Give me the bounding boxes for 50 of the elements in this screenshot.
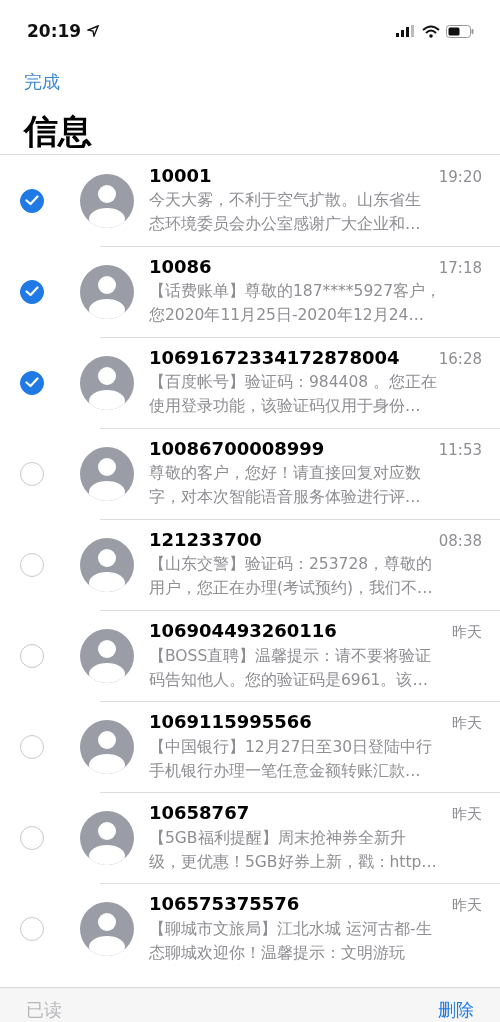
message-preview: 尊敬的客户，您好！请直接回复对应数 字，对本次智能语音服务体验进行评… <box>149 463 422 508</box>
sender-name: 1069115995566 <box>149 710 312 732</box>
avatar-icon <box>80 264 134 319</box>
location-arrow-icon <box>87 25 100 37</box>
avatar-icon <box>80 173 134 228</box>
message-time: 19:20 <box>438 168 482 186</box>
sender-name: 106575375576 <box>149 892 300 914</box>
avatar-icon <box>80 446 134 501</box>
signal-icon <box>396 25 416 37</box>
message-time: 昨天 <box>452 622 482 642</box>
avatar-icon <box>80 810 134 865</box>
avatar-icon <box>80 537 134 592</box>
message-preview: 【BOSS直聘】温馨提示：请不要将验证 码告知他人。您的验证码是6961。该… <box>149 645 433 691</box>
message-time: 昨天 <box>452 713 482 733</box>
message-time: 昨天 <box>452 804 482 824</box>
message-time: 11:53 <box>438 441 482 459</box>
select-checkbox[interactable] <box>20 279 44 304</box>
message-preview: 【聊城市文旅局】江北水城 运河古都-生 态聊城欢迎你！温馨提示：文明游玩 <box>149 918 433 964</box>
sender-name: 10001 <box>149 165 212 186</box>
checkmark-icon <box>25 377 39 388</box>
message-preview: 【中国银行】12月27日至30日登陆中行 手机银行办理一笔任意金额转账汇款… <box>149 736 434 782</box>
status-time: 20:19 <box>27 21 82 41</box>
wifi-icon <box>422 24 440 38</box>
delete-button[interactable]: 删除 <box>438 998 474 1022</box>
sender-name: 106904493260116 <box>149 619 337 641</box>
sender-name: 121233700 <box>149 529 262 550</box>
message-preview: 【5GB福利提醒】周末抢神券全新升 级，更优惠！5GB好券上新，戳：http… <box>149 827 438 873</box>
avatar-icon <box>80 719 134 774</box>
message-preview: 今天大雾，不利于空气扩散。山东省生 态环境委员会办公室感谢广大企业和… <box>149 190 422 235</box>
page-title: 信息 <box>24 110 93 153</box>
avatar-icon <box>80 901 134 956</box>
avatar-icon <box>80 628 134 683</box>
checkmark-icon <box>25 195 39 206</box>
sender-name: 10086 <box>149 256 212 277</box>
message-time: 16:28 <box>438 350 482 368</box>
message-time: 昨天 <box>452 895 482 915</box>
select-checkbox[interactable] <box>20 188 44 213</box>
avatar-icon <box>80 355 134 410</box>
checkmark-icon <box>25 286 39 297</box>
message-time: 17:18 <box>438 259 482 277</box>
sender-name: 10086700008999 <box>149 438 325 459</box>
sender-name: 10658767 <box>149 801 250 823</box>
message-preview: 【百度帐号】验证码：984408 。您正在 使用登录功能，该验证码仅用于身份… <box>149 372 439 417</box>
message-time: 08:38 <box>438 532 482 550</box>
message-preview: 【话费账单】尊敬的187****5927客户， 您2020年11月25日-2020年12月24… <box>149 281 443 326</box>
done-button[interactable]: 完成 <box>24 70 60 94</box>
select-checkbox[interactable] <box>20 370 44 395</box>
sender-name: 10691672334172878004 <box>149 347 400 368</box>
message-preview: 【山东交警】验证码：253728，尊敬的 用户，您正在办理(考试预约)，我们不… <box>149 554 434 599</box>
battery-icon <box>446 24 474 38</box>
